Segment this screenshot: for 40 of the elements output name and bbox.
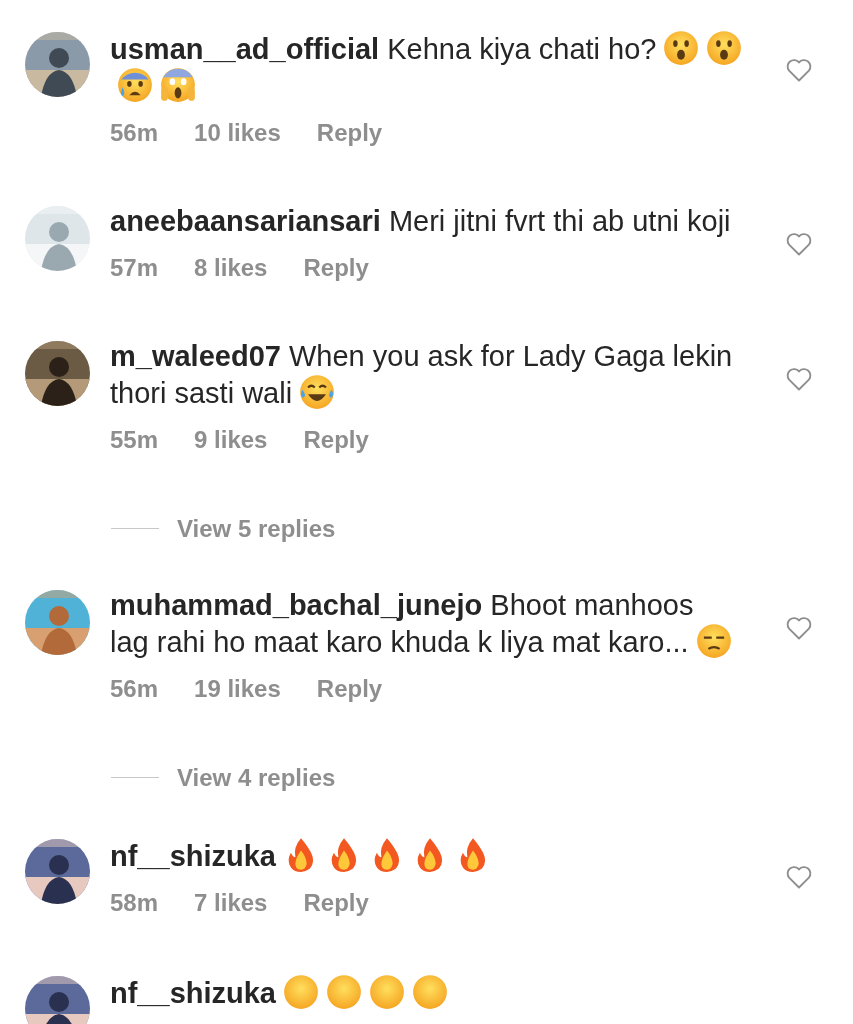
face-icon [412,974,448,1010]
heart-button[interactable] [785,366,813,392]
likes-link[interactable]: 19 likes [194,671,281,706]
comment-text: muhammad_bachal_junejo Bhoot manhoos [110,588,694,623]
comment-text: thori sasti wali [110,377,293,409]
comment-text: nf__shizuka [110,977,276,1009]
surprised-face-icon [663,30,700,66]
heart-button[interactable] [785,57,813,83]
likes-link[interactable]: 7 likes [194,885,268,920]
comment-text: m_waleed07 When you ask for Lady Gaga lekin [110,339,733,374]
face-icon [283,974,319,1010]
likes-link[interactable]: 9 likes [194,422,268,457]
timestamp: 56m [110,674,159,704]
comment-text: nf__shizuka [110,840,276,872]
comment-text: lag rahi ho maat karo khuda k liya mat karo... [110,626,689,658]
sweating-face-icon [117,67,153,103]
reply-link[interactable]: Reply [303,250,369,285]
likes-link[interactable]: 10 likes [194,115,281,150]
timestamp: 58m [110,888,159,918]
reply-link[interactable]: Reply [316,671,383,706]
heart-button[interactable] [785,231,813,257]
reply-link[interactable]: Reply [303,885,369,920]
view-replies-link[interactable]: View 5 replies [177,511,336,546]
reply-link[interactable]: Reply [303,422,369,457]
face-icon [326,974,362,1010]
comment-text: usman__ad_official Kehna kiya chati ho? [110,33,657,65]
screaming-face-icon [160,67,196,103]
unamused-face-icon [695,623,732,659]
surprised-face-icon [706,30,743,66]
face-icon [369,974,405,1010]
timestamp: 56m [110,118,159,148]
laughing-face-icon [299,374,336,410]
timestamp: 55m [110,425,159,455]
timestamp: 57m [110,253,159,283]
view-replies-link[interactable]: View 4 replies [177,760,336,795]
reply-link[interactable]: Reply [316,115,383,150]
likes-link[interactable]: 8 likes [194,250,268,285]
comment-text: aneebaansariansari Meri jitni fvrt thi ab utni koji [110,205,731,237]
heart-button[interactable] [785,615,813,641]
heart-button[interactable] [785,864,813,890]
